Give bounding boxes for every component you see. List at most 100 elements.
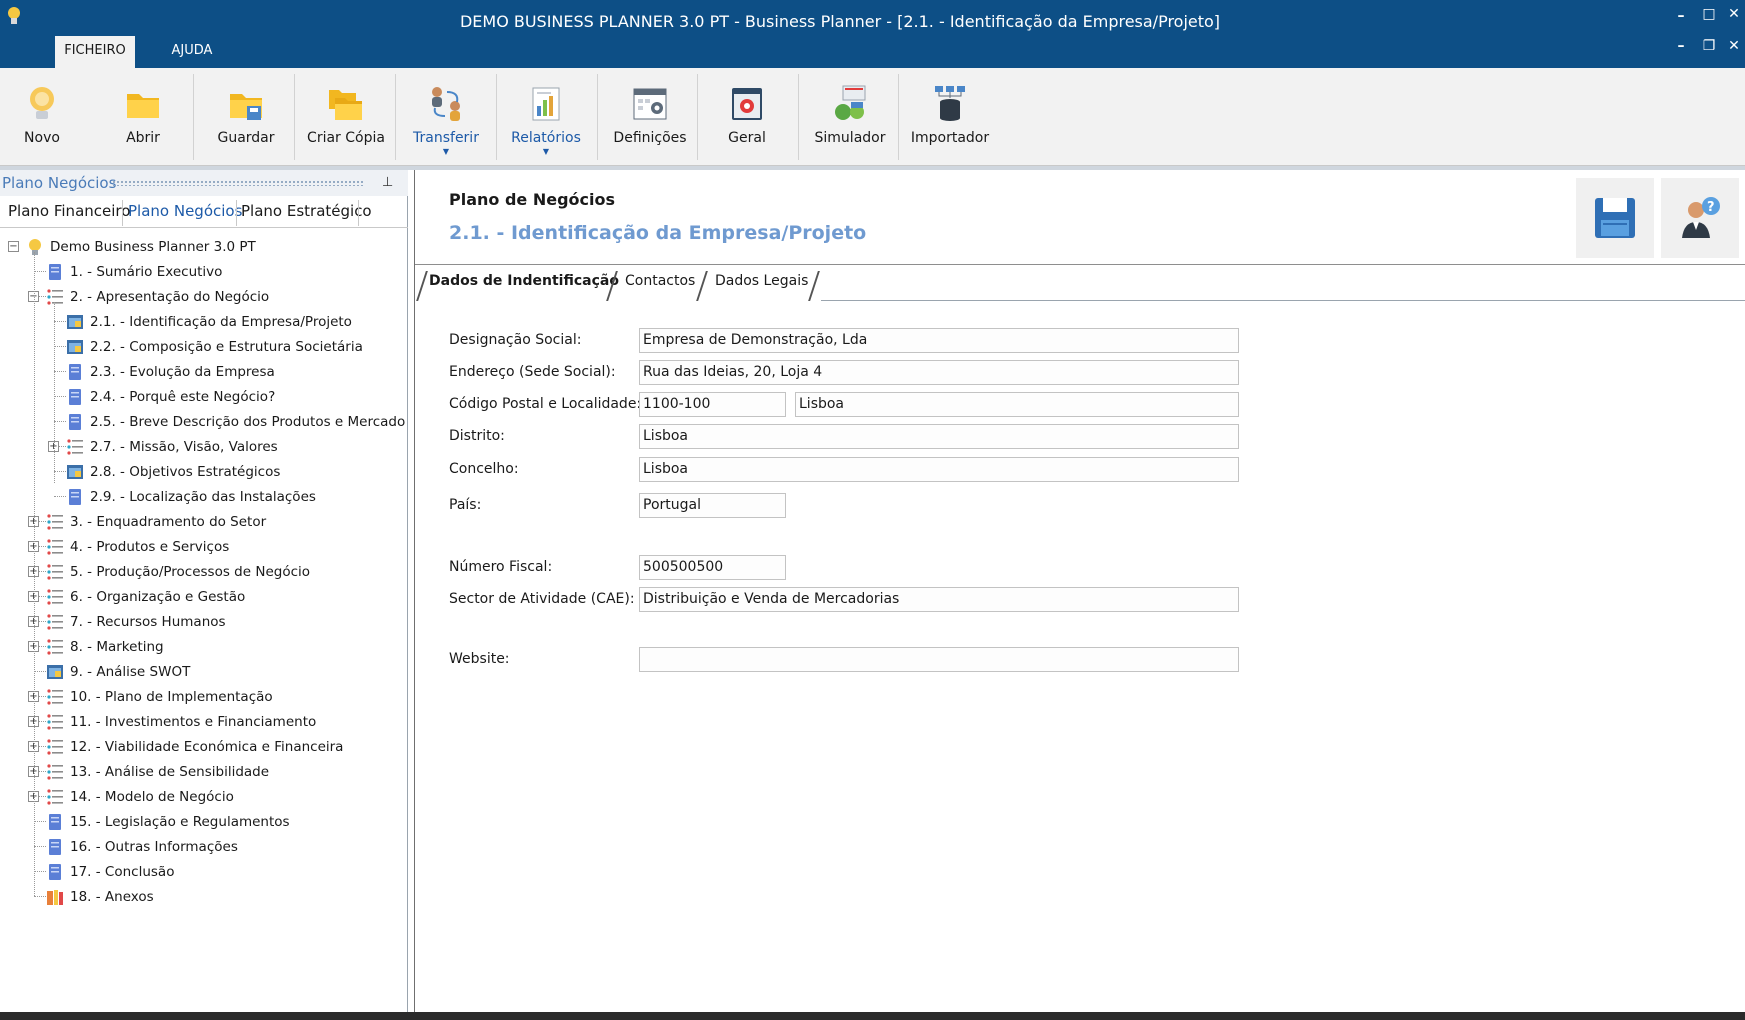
tree-item[interactable]: 17. - Conclusão — [46, 859, 174, 884]
tree-connector — [34, 871, 46, 872]
doc-minimize-icon[interactable]: – — [1672, 38, 1690, 54]
guardar-button[interactable]: Guardar — [211, 80, 281, 168]
lightbulb-icon — [29, 238, 41, 255]
form-icon — [47, 664, 63, 679]
tree-item-label: 2.3. - Evolução da Empresa — [90, 363, 275, 380]
menu-ajuda[interactable]: AJUDA — [160, 36, 224, 68]
tree-item-label: 11. - Investimentos e Financiamento — [70, 713, 317, 730]
menu-ficheiro[interactable]: FICHEIRO — [55, 36, 135, 68]
tree-item[interactable]: 2.2. - Composição e Estrutura Societária — [66, 334, 363, 359]
document-icon — [69, 488, 81, 505]
tree-item[interactable]: 16. - Outras Informações — [46, 834, 238, 859]
codpostal-field[interactable]: 1100-100 — [639, 392, 786, 417]
list-icon — [47, 513, 63, 530]
pin-icon[interactable]: ⊥ — [382, 175, 393, 190]
document-icon — [69, 363, 81, 380]
tree-item[interactable]: 18. - Anexos — [46, 884, 154, 909]
transferir-button[interactable]: Transferir ▼ — [408, 80, 484, 168]
tree-connector — [54, 321, 66, 322]
tree-item[interactable]: 15. - Legislação e Regulamentos — [46, 809, 290, 834]
simulador-button[interactable]: Simulador — [810, 80, 890, 168]
localidade-field[interactable]: Lisboa — [795, 392, 1239, 417]
tree-item[interactable]: 2.5. - Breve Descrição dos Produtos e Me… — [66, 409, 405, 434]
tab-dados-legais[interactable]: Dados Legais — [715, 273, 808, 301]
folder-icon — [127, 94, 159, 118]
tree-item[interactable]: 10. - Plano de Implementação — [46, 684, 273, 709]
distrito-field[interactable]: Lisboa — [639, 424, 1239, 449]
abrir-button[interactable]: Abrir — [110, 80, 176, 168]
tree-item-label: 4. - Produtos e Serviços — [70, 538, 230, 555]
tree-item-label: 10. - Plano de Implementação — [70, 688, 273, 705]
doc-restore-icon[interactable]: ❐ — [1700, 38, 1718, 54]
website-label: Website: — [449, 651, 510, 667]
tree-item[interactable]: 2.1. - Identificação da Empresa/Projeto — [66, 309, 352, 334]
tab-contactos[interactable]: Contactos — [625, 273, 695, 301]
relatorios-button[interactable]: Relatórios ▼ — [508, 80, 584, 168]
collapse-root-icon[interactable]: − — [8, 241, 19, 252]
tree-item[interactable]: 2.8. - Objetivos Estratégicos — [66, 459, 280, 484]
tree-item[interactable]: 4. - Produtos e Serviços — [46, 534, 229, 559]
tree-item-label: 5. - Produção/Processos de Negócio — [70, 563, 311, 580]
tree-item[interactable]: 2.3. - Evolução da Empresa — [66, 359, 275, 384]
tab-plano-negocios[interactable]: Plano Negócios — [128, 202, 242, 220]
list-icon — [47, 738, 63, 755]
help-user-button[interactable]: ? — [1661, 178, 1739, 258]
chevron-down-icon: ▼ — [442, 147, 450, 156]
designacao-field[interactable]: Empresa de Demonstração, Lda — [639, 328, 1239, 353]
pais-label: País: — [449, 497, 482, 513]
list-icon — [47, 613, 63, 630]
tree-item[interactable]: 2.7. - Missão, Visão, Valores — [66, 434, 278, 459]
tree-item-label: 2.9. - Localização das Instalações — [90, 488, 316, 505]
novo-button[interactable]: Novo — [10, 80, 74, 168]
tree-connector — [54, 371, 66, 372]
save-button[interactable] — [1576, 178, 1654, 258]
criar-copia-button[interactable]: Criar Cópia — [306, 80, 386, 168]
doc-close-icon[interactable]: ✕ — [1725, 38, 1743, 54]
tree-connector — [34, 671, 46, 672]
tab-dados-identificacao[interactable]: Dados de Indentificação — [429, 273, 619, 301]
nif-field[interactable]: 500500500 — [639, 555, 786, 580]
tree-item[interactable]: 3. - Enquadramento do Setor — [46, 509, 266, 534]
tree-root-label: Demo Business Planner 3.0 PT — [50, 238, 256, 255]
minimize-icon[interactable]: – — [1672, 8, 1690, 24]
tree-item-label: 9. - Análise SWOT — [70, 663, 191, 680]
tree-item[interactable]: 5. - Produção/Processos de Negócio — [46, 559, 310, 584]
geral-button[interactable]: Geral — [712, 80, 782, 168]
document-icon — [49, 838, 61, 855]
tree-item[interactable]: 14. - Modelo de Negócio — [46, 784, 234, 809]
tree-item[interactable]: 11. - Investimentos e Financiamento — [46, 709, 316, 734]
tree-item[interactable]: 12. - Viabilidade Económica e Financeira — [46, 734, 343, 759]
tree-item[interactable]: 8. - Marketing — [46, 634, 164, 659]
panel-tabs: Plano Financeiro Plano Negócios Plano Es… — [0, 196, 408, 228]
tree-item[interactable]: 1. - Sumário Executivo — [46, 259, 222, 284]
concelho-field[interactable]: Lisboa — [639, 457, 1239, 482]
tree-item[interactable]: 6. - Organização e Gestão — [46, 584, 245, 609]
close-icon[interactable]: ✕ — [1725, 6, 1743, 22]
importador-button[interactable]: Importador — [910, 80, 990, 168]
tab-plano-estrategico[interactable]: Plano Estratégico — [241, 202, 372, 220]
tree-item-label: 8. - Marketing — [70, 638, 164, 655]
tab-plano-financeiro[interactable]: Plano Financeiro — [8, 202, 130, 220]
folder-save-icon — [230, 94, 262, 120]
tree-connector — [54, 346, 66, 347]
tree-item[interactable]: 2.4. - Porquê este Negócio? — [66, 384, 275, 409]
list-icon — [47, 288, 63, 305]
form-icon — [67, 339, 83, 354]
tree-item[interactable]: 2.9. - Localização das Instalações — [66, 484, 316, 509]
tree-item[interactable]: 13. - Análise de Sensibilidade — [46, 759, 269, 784]
tree-item-label: 2. - Apresentação do Negócio — [70, 288, 270, 305]
settings-calendar-icon — [633, 88, 667, 120]
tree-connector — [54, 496, 66, 497]
tree-item[interactable]: 7. - Recursos Humanos — [46, 609, 226, 634]
form-icon — [67, 314, 83, 329]
endereco-field[interactable]: Rua das Ideias, 20, Loja 4 — [639, 360, 1239, 385]
tree-item[interactable]: 9. - Análise SWOT — [46, 659, 190, 684]
definicoes-button[interactable]: Definições — [610, 80, 690, 168]
cae-field[interactable]: Distribuição e Venda de Mercadorias — [639, 587, 1239, 612]
maximize-icon[interactable]: □ — [1700, 6, 1718, 22]
tree-item[interactable]: 2. - Apresentação do Negócio — [46, 284, 269, 309]
tree-root[interactable]: Demo Business Planner 3.0 PT — [26, 234, 256, 259]
tree-item-label: 7. - Recursos Humanos — [70, 613, 226, 630]
pais-field[interactable]: Portugal — [639, 493, 786, 518]
website-field[interactable] — [639, 647, 1239, 672]
